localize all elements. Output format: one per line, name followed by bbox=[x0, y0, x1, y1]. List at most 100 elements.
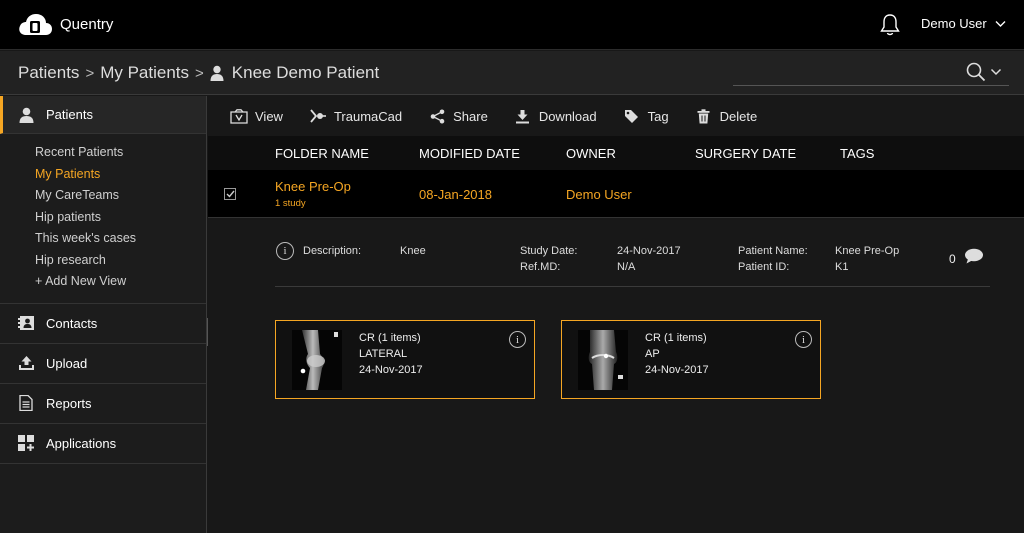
traumacad-icon bbox=[309, 108, 327, 124]
subnav-recent-patients[interactable]: Recent Patients bbox=[35, 142, 206, 164]
study-view: LATERAL bbox=[359, 348, 408, 360]
study-date-value: 24-Nov-2017 bbox=[617, 245, 681, 257]
download-label: Download bbox=[538, 108, 597, 124]
sidebar-item-upload[interactable]: Upload bbox=[0, 344, 206, 384]
checkmark-icon bbox=[226, 190, 235, 198]
upload-icon bbox=[17, 355, 35, 371]
traumacad-label: TraumaCad bbox=[333, 108, 403, 124]
breadcrumb-bar: Patients > My Patients > Knee Demo Patie… bbox=[0, 51, 1024, 95]
table-header: FOLDER NAME MODIFIED DATE OWNER SURGERY … bbox=[208, 136, 1024, 170]
description-value: Knee bbox=[400, 245, 426, 257]
tag-icon bbox=[623, 108, 641, 124]
download-button[interactable]: Download bbox=[514, 108, 597, 124]
sidebar-item-label: Applications bbox=[46, 435, 117, 451]
study-date: 24-Nov-2017 bbox=[645, 364, 709, 376]
person-icon bbox=[210, 65, 224, 81]
breadcrumb: Patients > My Patients > Knee Demo Patie… bbox=[18, 63, 379, 83]
comment-icon[interactable] bbox=[964, 248, 984, 264]
subnav-my-patients[interactable]: My Patients bbox=[35, 164, 206, 186]
comment-count: 0 bbox=[949, 252, 956, 266]
sidebar-item-label: Contacts bbox=[46, 315, 98, 331]
search-icon[interactable] bbox=[965, 61, 987, 83]
study-type: CR (1 items) bbox=[359, 332, 421, 344]
patient-name-value: Knee Pre-Op bbox=[835, 245, 900, 257]
view-icon bbox=[230, 108, 248, 124]
patients-subnav: Recent Patients My Patients My CareTeams… bbox=[0, 134, 206, 304]
subnav-this-weeks-cases[interactable]: This week's cases bbox=[35, 228, 206, 250]
sidebar-item-contacts[interactable]: Contacts bbox=[0, 304, 206, 344]
search-input[interactable] bbox=[733, 85, 1009, 86]
breadcrumb-patients[interactable]: Patients bbox=[18, 63, 79, 83]
column-header-modified-date[interactable]: MODIFIED DATE bbox=[419, 146, 520, 161]
traumacad-button[interactable]: TraumaCad bbox=[309, 108, 402, 124]
modified-date-cell: 08-Jan-2018 bbox=[419, 187, 492, 202]
ref-md-value: N/A bbox=[617, 261, 636, 273]
breadcrumb-my-patients[interactable]: My Patients bbox=[100, 63, 189, 83]
notification-bell-icon[interactable] bbox=[879, 13, 901, 37]
breadcrumb-current-patient: Knee Demo Patient bbox=[231, 63, 380, 82]
download-icon bbox=[514, 108, 532, 124]
applications-icon bbox=[17, 435, 35, 451]
share-label: Share bbox=[453, 108, 488, 124]
chevron-right-icon: > bbox=[85, 64, 95, 82]
sidebar-item-applications[interactable]: Applications bbox=[0, 424, 206, 464]
chevron-down-icon bbox=[995, 20, 1006, 27]
chevron-right-icon: > bbox=[195, 64, 204, 82]
subnav-hip-research[interactable]: Hip research bbox=[35, 250, 206, 272]
add-new-view-link[interactable]: + Add New View bbox=[35, 271, 206, 293]
patient-id-value: K1 bbox=[835, 261, 849, 273]
quentry-logo-icon[interactable] bbox=[17, 11, 53, 37]
view-label: View bbox=[255, 108, 283, 124]
main-content: View TraumaCad Share Download Tag Delete… bbox=[208, 96, 1024, 533]
user-menu[interactable]: Demo User bbox=[921, 16, 1006, 31]
trash-icon bbox=[695, 108, 713, 124]
reports-icon bbox=[17, 395, 35, 411]
column-header-surgery-date[interactable]: SURGERY DATE bbox=[695, 146, 796, 161]
study-card-lateral[interactable]: CR (1 items) LATERAL 24-Nov-2017 i bbox=[275, 320, 535, 399]
top-bar: Quentry Demo User bbox=[0, 0, 1024, 50]
folder-name-link[interactable]: Knee Pre-Op bbox=[275, 179, 351, 194]
sidebar: Patients Recent Patients My Patients My … bbox=[0, 96, 207, 533]
column-header-owner[interactable]: OWNER bbox=[566, 146, 616, 161]
sidebar-item-label: Reports bbox=[46, 395, 92, 411]
study-date-label: Study Date: bbox=[520, 245, 578, 257]
column-header-folder-name[interactable]: FOLDER NAME bbox=[275, 146, 369, 161]
owner-cell: Demo User bbox=[566, 187, 632, 202]
details-divider bbox=[275, 286, 990, 287]
subnav-my-careteams[interactable]: My CareTeams bbox=[35, 185, 206, 207]
view-button[interactable]: View bbox=[230, 108, 283, 124]
contacts-icon bbox=[17, 315, 35, 331]
sidebar-item-label: Patients bbox=[46, 107, 93, 122]
patient-name-label: Patient Name: bbox=[738, 245, 808, 257]
table-row[interactable]: Knee Pre-Op 1 study 08-Jan-2018 Demo Use… bbox=[208, 170, 1024, 218]
info-icon[interactable]: i bbox=[795, 331, 812, 348]
chevron-down-icon[interactable] bbox=[990, 67, 1002, 77]
tag-button[interactable]: Tag bbox=[623, 108, 669, 124]
user-name: Demo User bbox=[921, 16, 987, 31]
sidebar-item-patients[interactable]: Patients bbox=[0, 96, 206, 134]
xray-thumbnail bbox=[578, 330, 628, 390]
description-label: Description: bbox=[303, 245, 362, 257]
patient-id-label: Patient ID: bbox=[738, 261, 790, 273]
app-title: Quentry bbox=[60, 16, 114, 33]
sidebar-item-label: Upload bbox=[46, 355, 88, 371]
person-icon bbox=[17, 107, 35, 123]
delete-label: Delete bbox=[719, 108, 758, 124]
study-date: 24-Nov-2017 bbox=[359, 364, 423, 376]
folder-study-count: 1 study bbox=[275, 198, 306, 209]
info-icon: i bbox=[276, 242, 294, 260]
share-button[interactable]: Share bbox=[428, 108, 488, 124]
study-type: CR (1 items) bbox=[645, 332, 707, 344]
column-header-tags[interactable]: TAGS bbox=[840, 146, 874, 161]
share-icon bbox=[428, 108, 446, 124]
xray-thumbnail bbox=[292, 330, 342, 390]
study-card-ap[interactable]: CR (1 items) AP 24-Nov-2017 i bbox=[561, 320, 821, 399]
row-checkbox[interactable] bbox=[224, 188, 236, 200]
ref-md-label: Ref.MD: bbox=[520, 261, 561, 273]
subnav-hip-patients[interactable]: Hip patients bbox=[35, 207, 206, 229]
sidebar-item-reports[interactable]: Reports bbox=[0, 384, 206, 424]
study-view: AP bbox=[645, 348, 660, 360]
info-icon[interactable]: i bbox=[509, 331, 526, 348]
toolbar: View TraumaCad Share Download Tag Delete bbox=[208, 96, 1024, 136]
delete-button[interactable]: Delete bbox=[695, 108, 758, 124]
